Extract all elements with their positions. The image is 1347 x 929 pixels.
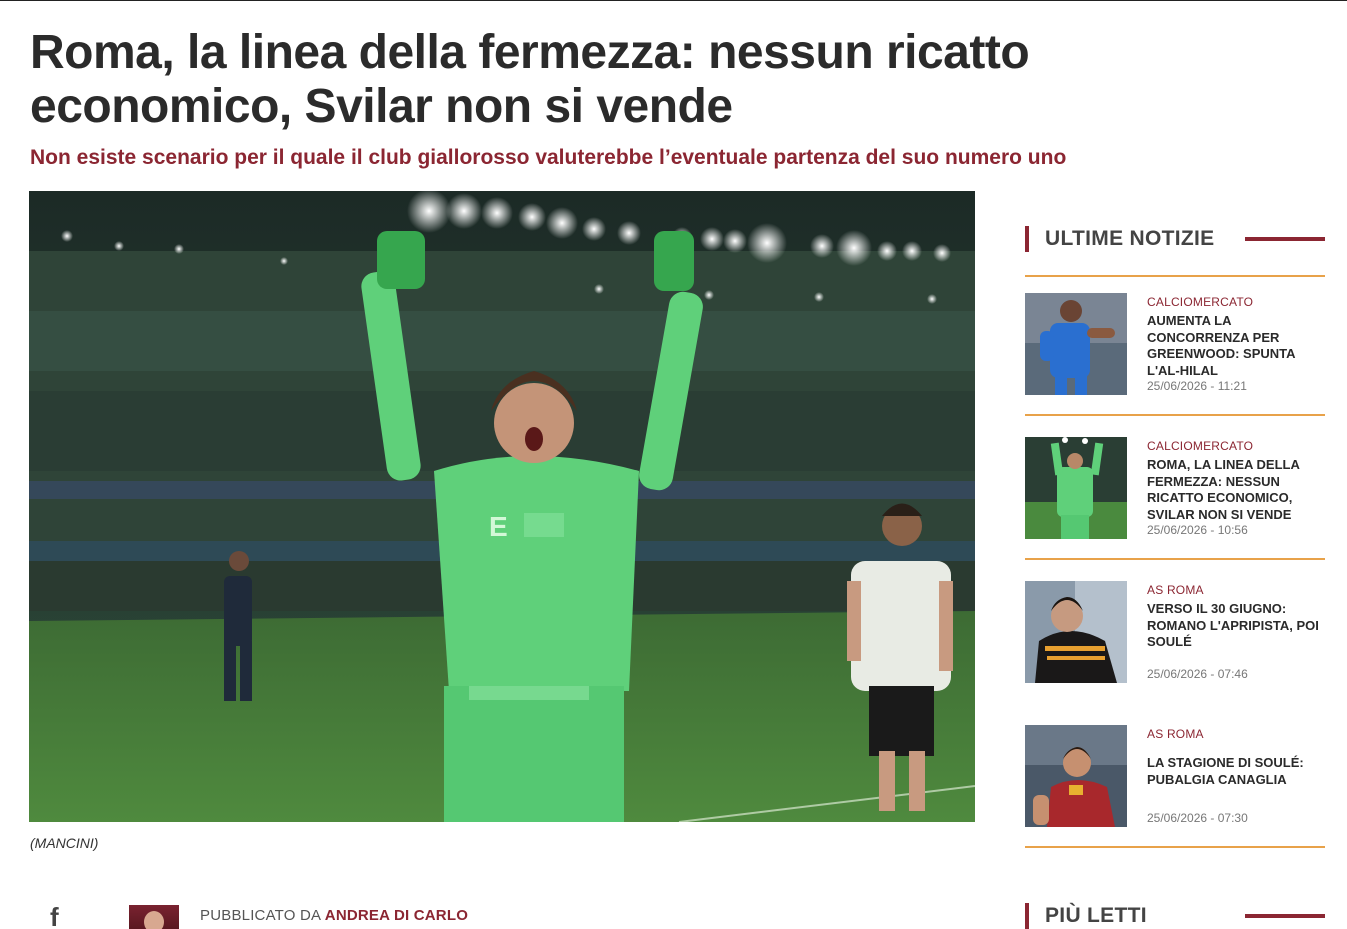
author-link[interactable]: ANDREA DI CARLO — [325, 907, 468, 924]
news-category[interactable]: AS ROMA — [1147, 583, 1204, 597]
divider — [1025, 275, 1325, 277]
most-read-header: PIÙ LETTI — [1025, 903, 1325, 929]
news-thumbnail[interactable] — [1025, 581, 1127, 683]
article-hero-image[interactable]: E — [29, 191, 975, 822]
news-category[interactable]: AS ROMA — [1147, 727, 1204, 741]
divider — [1025, 846, 1325, 848]
article-subheadline: Non esiste scenario per il quale il club… — [30, 146, 1067, 169]
header-accent-bar — [1025, 903, 1029, 929]
news-title[interactable]: LA STAGIONE DI SOULÉ: PUBALGIA CANAGLIA — [1147, 755, 1325, 788]
news-date: 25/06/2026 - 10:56 — [1147, 523, 1248, 537]
svg-text:E: E — [489, 511, 508, 542]
divider — [1025, 558, 1325, 560]
most-read-title: PIÙ LETTI — [1045, 904, 1147, 927]
news-category[interactable]: CALCIOMERCATO — [1147, 295, 1253, 309]
news-category[interactable]: CALCIOMERCATO — [1147, 439, 1253, 453]
news-item[interactable]: CALCIOMERCATO ROMA, LA LINEA DELLA FERME… — [1025, 437, 1325, 541]
news-item[interactable]: AS ROMA VERSO IL 30 GIUGNO: ROMANO L'APR… — [1025, 581, 1325, 685]
news-thumbnail[interactable] — [1025, 725, 1127, 827]
news-date: 25/06/2026 - 11:21 — [1147, 379, 1247, 393]
image-caption: (MANCINI) — [30, 835, 99, 851]
author-face — [144, 911, 164, 929]
news-title[interactable]: AUMENTA LA CONCORRENZA PER GREENWOOD: SP… — [1147, 313, 1325, 379]
facebook-icon[interactable]: f — [50, 904, 70, 929]
news-item[interactable]: CALCIOMERCATO AUMENTA LA CONCORRENZA PER… — [1025, 293, 1325, 397]
latest-news-header: ULTIME NOTIZIE — [1025, 226, 1325, 252]
news-title[interactable]: VERSO IL 30 GIUGNO: ROMANO L'APRIPISTA, … — [1147, 601, 1325, 651]
header-accent-line — [1245, 237, 1325, 241]
latest-news-title: ULTIME NOTIZIE — [1045, 227, 1215, 250]
news-title[interactable]: ROMA, LA LINEA DELLA FERMEZZA: NESSUN RI… — [1147, 457, 1325, 523]
news-item[interactable]: AS ROMA LA STAGIONE DI SOULÉ: PUBALGIA C… — [1025, 725, 1325, 829]
author-avatar[interactable] — [129, 905, 179, 929]
news-date: 25/06/2026 - 07:30 — [1147, 811, 1248, 825]
news-thumbnail[interactable] — [1025, 293, 1127, 395]
divider — [1025, 414, 1325, 416]
header-accent-line — [1245, 914, 1325, 918]
top-border — [0, 0, 1347, 1]
article-headline: Roma, la linea della fermezza: nessun ri… — [30, 26, 1030, 133]
byline-prefix: PUBBLICATO DA — [200, 907, 321, 924]
header-accent-bar — [1025, 226, 1029, 252]
news-thumbnail[interactable] — [1025, 437, 1127, 539]
article-byline: PUBBLICATO DA ANDREA DI CARLO — [200, 907, 468, 924]
news-date: 25/06/2026 - 07:46 — [1147, 667, 1248, 681]
